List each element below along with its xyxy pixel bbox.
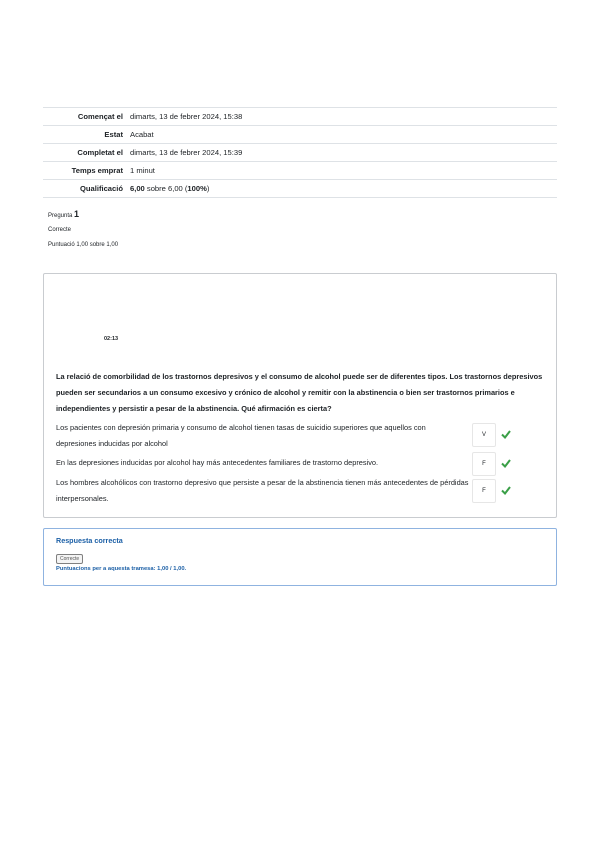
- summary-value: dimarts, 13 de febrer 2024, 15:38: [130, 112, 243, 121]
- feedback-box: Respuesta correcta Correcte Puntuacions …: [43, 528, 557, 586]
- attempt-summary-table: Començat el dimarts, 13 de febrer 2024, …: [43, 107, 557, 198]
- question-grade: Puntuació 1,00 sobre 1,00: [48, 242, 119, 248]
- check-icon: [501, 430, 511, 439]
- answer-select[interactable]: F: [472, 479, 496, 503]
- statement-text: En las depresiones inducidas por alcohol…: [56, 458, 379, 467]
- question-info: Pregunta 1 Correcte Puntuació 1,00 sobre…: [48, 209, 119, 249]
- answer-select[interactable]: F: [472, 452, 496, 476]
- summary-label: Temps emprat: [71, 166, 123, 175]
- summary-row-started: Començat el dimarts, 13 de febrer 2024, …: [43, 107, 557, 126]
- summary-label: Qualificació: [79, 184, 123, 193]
- question-prefix: Pregunta: [48, 213, 73, 219]
- summary-value: dimarts, 13 de febrer 2024, 15:39: [130, 148, 243, 157]
- feedback-title: Respuesta correcta: [56, 536, 123, 545]
- statement-text: Los hombres alcohólicos con trastorno de…: [56, 478, 469, 503]
- question-number-value: 1: [74, 209, 80, 219]
- summary-label: Completat el: [77, 148, 123, 157]
- summary-row-completed: Completat el dimarts, 13 de febrer 2024,…: [43, 143, 557, 162]
- summary-label: Estat: [104, 130, 123, 139]
- correct-badge: Correcte: [56, 554, 84, 564]
- feedback-score: Puntuacions per a aquesta tramesa: 1,00 …: [56, 566, 187, 572]
- summary-label: Començat el: [77, 112, 123, 121]
- grade-out-of: sobre 6,00 (: [144, 184, 188, 193]
- summary-row-grade: Qualificació 6,00 sobre 6,00 (100%): [43, 179, 557, 198]
- summary-value: Acabat: [130, 130, 154, 139]
- summary-grade-value: 6,00 sobre 6,00 (100%): [130, 180, 557, 198]
- question-formulation: 02:13 La relació de comorbilidad de los …: [43, 273, 557, 518]
- statement-text: Los pacientes con depresión primaria y c…: [56, 423, 426, 448]
- question-state: Correcte: [48, 227, 72, 233]
- summary-row-time-taken: Temps emprat 1 minut: [43, 161, 557, 180]
- summary-value: 1 minut: [130, 166, 155, 175]
- grade-close-paren: ): [206, 184, 210, 193]
- question-text: La relació de comorbilidad de los trasto…: [56, 372, 543, 413]
- check-icon: [501, 459, 511, 468]
- answer-select[interactable]: V: [472, 423, 496, 447]
- summary-row-state: Estat Acabat: [43, 125, 557, 144]
- check-icon: [501, 486, 511, 495]
- timer-label: 02:13: [104, 336, 119, 342]
- question-number: Pregunta 1: [48, 209, 118, 220]
- grade-percent: 100%: [187, 184, 207, 193]
- grade-score: 6,00: [130, 184, 145, 193]
